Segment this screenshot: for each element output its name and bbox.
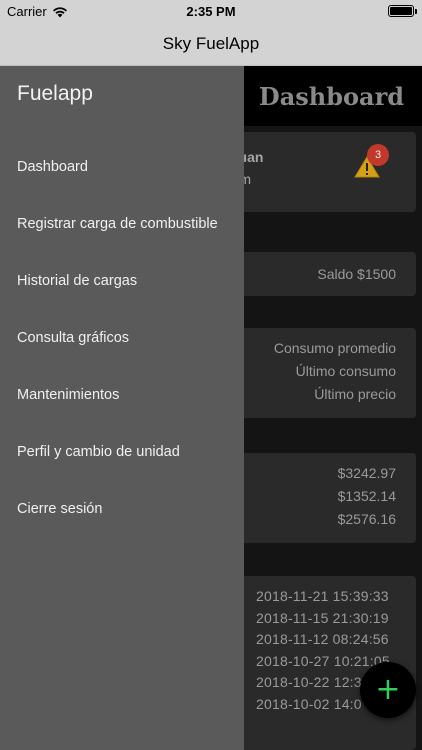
gasto-value: $1352.14 [337,488,396,504]
menu-item-consulta-graficos[interactable]: Consulta gráficos [0,328,244,385]
drawer-app-name: Fuelapp [17,82,93,105]
menu-item-perfil-unidad[interactable]: Perfil y cambio de unidad [0,442,244,499]
alert-count-badge: 3 [367,144,389,166]
saldo-card: Saldo $1500 [230,252,416,296]
add-fab-button[interactable]: + [360,662,416,718]
menu-item-mantenimientos[interactable]: Mantenimientos [0,385,244,442]
consumo-card: Consumo promedio Último consumo Último p… [230,328,416,418]
gasto-value: $3242.97 [337,465,396,481]
menu-item-cierre-sesion[interactable]: Cierre sesión [0,499,244,556]
history-date: 2018-11-21 15:39:33 [256,588,389,604]
vehicle-card[interactable]: guan Km 3 [230,132,416,212]
menu-item-dashboard[interactable]: Dashboard [0,157,244,214]
drawer-menu: Dashboard Registrar carga de combustible… [0,157,244,556]
ultimo-consumo: Último consumo [295,363,396,379]
gasto-value: $2576.16 [337,511,396,527]
side-drawer: Fuelapp Dashboard Registrar carga de com… [0,66,244,750]
menu-item-historial-cargas[interactable]: Historial de cargas [0,271,244,328]
history-date: 2018-11-15 21:30:19 [256,609,389,626]
saldo-value: Saldo $1500 [317,266,396,282]
history-date: 2018-11-12 08:24:56 [256,631,389,647]
battery-fill [390,7,412,15]
menu-item-registrar-carga[interactable]: Registrar carga de combustible [0,214,244,271]
dashboard-title: Dashboard [258,82,404,111]
nav-bar: Sky FuelApp [0,22,422,66]
plus-icon: + [375,672,401,707]
status-bar: Carrier 2:35 PM [0,0,422,22]
ultimo-precio: Último precio [314,386,396,402]
consumo-promedio: Consumo promedio [273,340,396,356]
nav-title: Sky FuelApp [162,33,260,53]
gastos-card: $3242.97 $1352.14 $2576.16 [230,453,416,543]
status-time: 2:35 PM [186,4,236,19]
battery-icon [388,5,417,17]
